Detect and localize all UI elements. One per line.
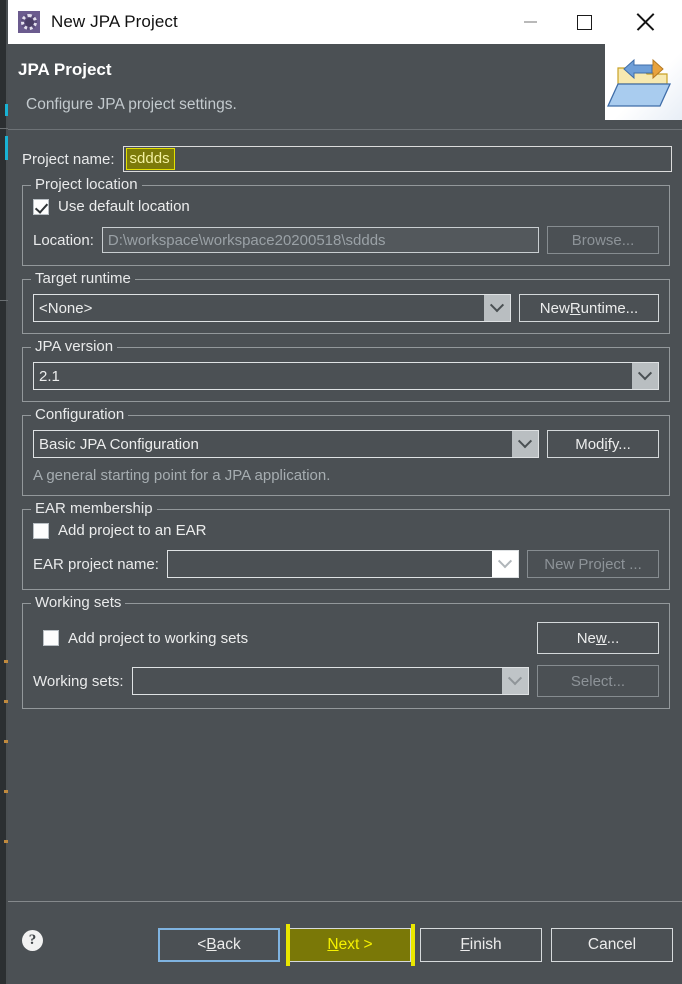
folder-transfer-icon: [605, 43, 682, 120]
add-project-to-working-sets-row[interactable]: Add project to working sets Ne w...: [33, 622, 659, 654]
configuration-combo[interactable]: Basic JPA Configuration: [33, 430, 539, 458]
close-button[interactable]: [622, 0, 668, 44]
target-runtime-row: <None> New Runtime...: [33, 294, 659, 322]
next-button[interactable]: Next >: [286, 924, 415, 966]
modify-button[interactable]: Mod i fy...: [547, 430, 659, 458]
jpa-version-value: 2.1: [39, 367, 60, 385]
help-icon[interactable]: ?: [22, 930, 43, 951]
working-sets-label: Working sets:: [33, 672, 124, 690]
ear-project-name-label: EAR project name:: [33, 555, 159, 573]
project-name-label: Project name:: [22, 150, 115, 168]
target-runtime-value: <None>: [39, 299, 93, 317]
title-bar: New JPA Project: [8, 0, 682, 44]
project-name-value: sddds: [125, 148, 175, 170]
new-project-button: New Project ...: [527, 550, 659, 578]
chevron-down-icon[interactable]: [484, 295, 510, 321]
use-default-location-row[interactable]: Use default location: [33, 198, 659, 215]
add-project-to-working-sets-checkbox[interactable]: [43, 630, 59, 646]
jpa-version-row: 2.1: [33, 362, 659, 390]
new-runtime-button[interactable]: New Runtime...: [519, 294, 659, 322]
maximize-icon: [576, 14, 592, 30]
location-label: Location:: [33, 231, 94, 249]
minimize-button[interactable]: [507, 0, 553, 44]
chevron-down-icon[interactable]: [632, 363, 658, 389]
target-runtime-combo[interactable]: <None>: [33, 294, 511, 322]
select-working-set-button: Select...: [537, 665, 659, 697]
chevron-down-icon: [492, 551, 518, 577]
chevron-down-icon[interactable]: [512, 431, 538, 457]
page-subtitle: Configure JPA project settings.: [26, 96, 237, 113]
chevron-down-icon: [502, 668, 528, 694]
maximize-button[interactable]: [561, 0, 607, 44]
ear-project-name-combo: [166, 550, 519, 578]
jpa-version-group-label: JPA version: [31, 338, 118, 355]
add-project-to-ear-label: Add project to an EAR: [58, 522, 207, 539]
browse-button: Browse...: [547, 226, 659, 254]
new-working-set-button[interactable]: Ne w...: [537, 622, 659, 654]
project-location-group-label: Project location: [31, 176, 142, 193]
project-name-input[interactable]: sddds: [122, 146, 672, 172]
location-value: D:\workspace\workspace20200518\sddds: [107, 231, 386, 249]
location-input: D:\workspace\workspace20200518\sddds: [101, 227, 539, 253]
wizard-buttons: < Back Next > Finish Cancel: [149, 924, 673, 966]
target-runtime-group: Target runtime <None> New Runtime...: [22, 270, 670, 334]
working-sets-group-label: Working sets: [31, 594, 126, 611]
dialog-button-bar: ? < Back Next > Finish Cancel: [8, 901, 682, 984]
project-name-row: Project name: sddds: [22, 146, 672, 172]
configuration-value: Basic JPA Configuration: [39, 435, 199, 453]
minimize-icon: [523, 21, 537, 23]
ear-membership-group: EAR membership Add project to an EAR EAR…: [22, 500, 670, 590]
ear-membership-group-label: EAR membership: [31, 500, 157, 517]
jpa-project-icon: [18, 11, 40, 33]
working-sets-combo: [131, 667, 529, 695]
working-sets-group: Working sets Add project to working sets…: [22, 594, 670, 709]
window-title: New JPA Project: [51, 12, 178, 31]
location-row: Location: D:\workspace\workspace20200518…: [33, 226, 659, 254]
configuration-group: Configuration Basic JPA Configuration Mo…: [22, 406, 670, 496]
page-title: JPA Project: [18, 60, 112, 79]
ear-project-name-row: EAR project name: New Project ...: [33, 550, 659, 578]
jpa-version-combo[interactable]: 2.1: [33, 362, 659, 390]
add-project-to-ear-row[interactable]: Add project to an EAR: [33, 522, 659, 539]
add-project-to-working-sets-label: Add project to working sets: [68, 629, 249, 647]
close-icon: [635, 12, 655, 32]
back-button[interactable]: < Back: [158, 928, 280, 962]
cancel-button[interactable]: Cancel: [551, 928, 673, 962]
jpa-version-group: JPA version 2.1: [22, 338, 670, 402]
project-location-group: Project location Use default location Lo…: [22, 176, 670, 266]
working-sets-row: Working sets: Select...: [33, 665, 659, 697]
use-default-location-label: Use default location: [58, 198, 190, 215]
wizard-header: JPA Project Configure JPA project settin…: [8, 43, 682, 130]
add-project-to-ear-checkbox[interactable]: [33, 522, 49, 539]
new-jpa-project-dialog: New JPA Project JPA Project Configure JP…: [8, 0, 682, 984]
wizard-form: Project name: sddds Project location Use…: [8, 146, 682, 898]
use-default-location-checkbox[interactable]: [33, 198, 49, 215]
configuration-row: Basic JPA Configuration Mod i fy...: [33, 430, 659, 458]
target-runtime-group-label: Target runtime: [31, 270, 135, 287]
finish-button[interactable]: Finish: [420, 928, 542, 962]
configuration-group-label: Configuration: [31, 406, 129, 423]
configuration-description: A general starting point for a JPA appli…: [33, 467, 331, 484]
